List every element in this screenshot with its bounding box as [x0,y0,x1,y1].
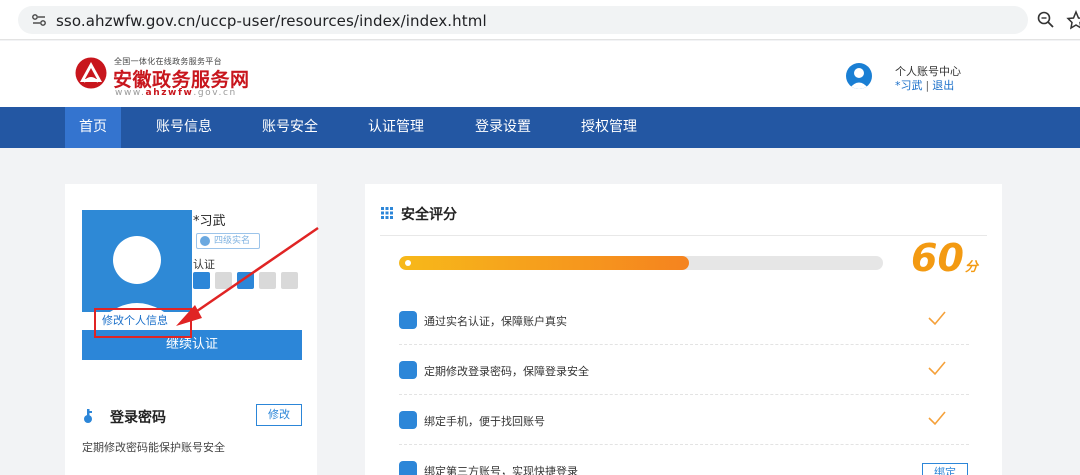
progress-dot [405,260,411,266]
main-nav: 首页 账号信息 账号安全 认证管理 登录设置 授权管理 [0,107,1080,148]
password-description: 定期修改密码能保护账号安全 [82,441,225,454]
score-unit: 分 [964,260,978,275]
grid-icon [381,207,393,219]
zoom-icon[interactable] [1036,10,1056,30]
header-avatar-icon[interactable] [846,63,872,89]
security-item-third-party: 绑定第三方账号，实现快捷登录 [399,447,969,475]
check-icon [928,411,946,426]
logo-url-brand: ahzwfw [145,88,194,98]
face-cert-icon[interactable] [237,272,254,289]
logo-url: www.ahzwfw.gov.cn [115,88,237,98]
security-item-text: 定期修改登录密码，保障登录安全 [424,365,589,378]
cert-label: 认证 [193,258,215,271]
logo-url-suffix: .gov.cn [193,88,237,98]
security-item-text: 通过实名认证，保障账户真实 [424,315,567,328]
title-divider [380,235,987,236]
modify-password-button[interactable]: 修改 [256,404,302,426]
nav-login-settings[interactable]: 登录设置 [469,107,537,148]
eye-cert-icon[interactable] [259,272,276,289]
header-username-link[interactable]: *习武 [895,79,923,92]
verified-check-icon [200,236,210,246]
phone-icon [399,411,417,429]
logo-url-prefix: www. [115,88,146,98]
security-item-realname: 通过实名认证，保障账户真实 [399,297,969,345]
security-progress-fill [399,256,690,270]
key-icon [84,409,92,423]
separator: | [925,79,930,92]
bind-third-party-button[interactable]: 绑定 [922,463,968,475]
verify-level-badge: 四级实名 [196,233,260,249]
security-item-password: 定期修改登录密码，保障登录安全 [399,347,969,395]
verify-level-text: 四级实名 [214,236,251,246]
security-progress-bar [399,256,883,270]
security-score: 60分 [911,236,978,280]
continue-cert-button[interactable]: 继续认证 [82,330,302,360]
bookmark-star-icon[interactable] [1066,10,1080,30]
logout-link[interactable]: 退出 [932,79,954,92]
site-settings-icon[interactable] [30,11,48,29]
password-title: 登录密码 [110,410,166,426]
security-item-phone: 绑定手机，便于找回账号 [399,397,969,445]
id-card-cert-icon[interactable] [215,272,232,289]
edit-profile-link[interactable]: 修改个人信息 [82,312,192,330]
nav-authorization[interactable]: 授权管理 [575,107,643,148]
browser-toolbar: sso.ahzwfw.gov.cn/uccp-user/resources/in… [0,0,1080,40]
score-value: 60 [911,236,964,280]
logo-icon[interactable] [74,56,108,90]
link-icon [399,461,417,475]
nav-cert-management[interactable]: 认证管理 [362,107,430,148]
nav-account-info[interactable]: 账号信息 [150,107,218,148]
profile-card: 修改个人信息 继续认证 *习武 四级实名 认证 登录密码 修改 定期修改密码能保… [65,184,317,475]
security-title: 安全评分 [401,207,457,223]
nav-account-security[interactable]: 账号安全 [256,107,324,148]
nav-home[interactable]: 首页 [65,107,121,148]
security-item-text: 绑定手机，便于找回账号 [424,415,545,428]
security-item-text: 绑定第三方账号，实现快捷登录 [424,465,578,475]
site-header: 全国一体化在线政务服务平台 安徽政务服务网 www.ahzwfw.gov.cn … [0,41,1080,107]
profile-user-name: *习武 [193,214,226,229]
check-icon [928,361,946,376]
user-line: *习武 | 退出 [895,77,954,93]
check-icon [928,311,946,326]
person-cert-icon[interactable] [193,272,210,289]
key-item-icon [399,361,417,379]
url-text[interactable]: sso.ahzwfw.gov.cn/uccp-user/resources/in… [56,12,487,30]
security-score-card: 安全评分 60分 通过实名认证，保障账户真实 定期修改登录密码，保障登录安全 绑… [365,184,1002,475]
card-cert-icon[interactable] [281,272,298,289]
realname-icon [399,311,417,329]
